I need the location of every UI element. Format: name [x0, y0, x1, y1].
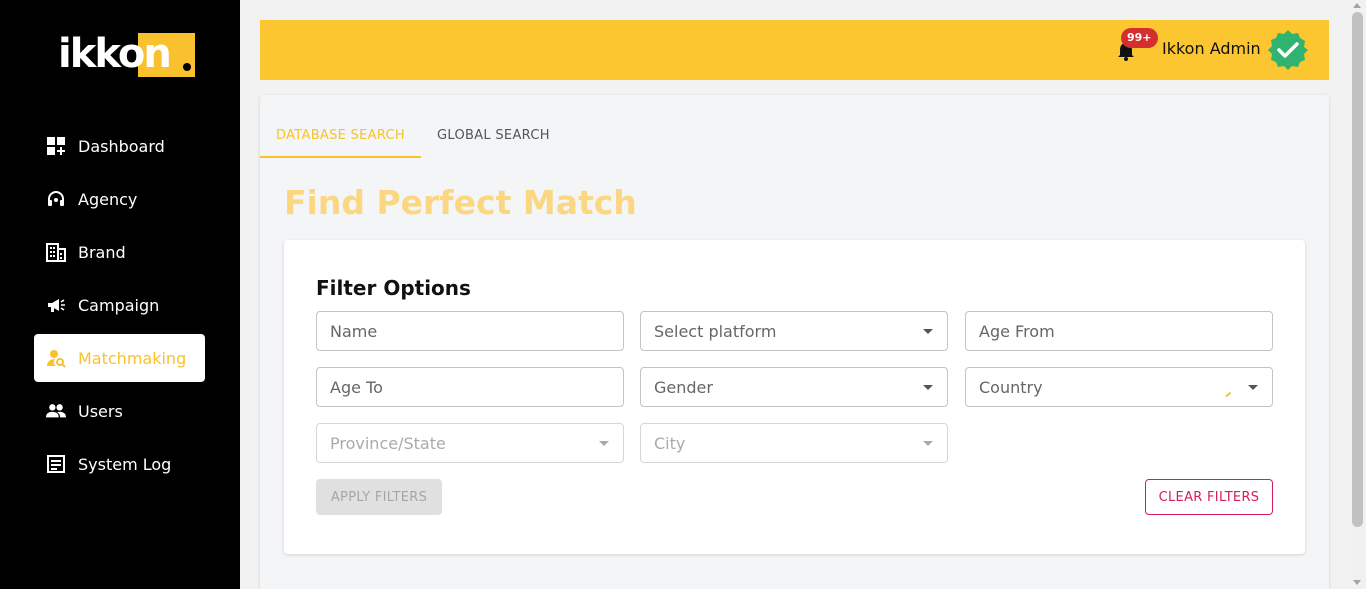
sidebar-item-label: Agency: [78, 189, 138, 209]
sidebar-item-label: Matchmaking: [78, 348, 187, 368]
gender-select[interactable]: Gender: [640, 367, 948, 407]
building-icon: [46, 242, 66, 262]
scrollbar-thumb[interactable]: [1352, 12, 1363, 527]
headset-icon: [46, 189, 66, 209]
megaphone-icon: [46, 295, 66, 315]
gender-placeholder: Gender: [654, 377, 713, 397]
chevron-down-icon: [923, 385, 933, 390]
sidebar-item-label: Users: [78, 401, 123, 421]
logo[interactable]: ikkon: [58, 30, 195, 78]
sidebar-item-label: Dashboard: [78, 136, 165, 156]
name-placeholder: Name: [330, 321, 378, 341]
sidebar-item-label: Campaign: [78, 295, 160, 315]
apply-filters-button[interactable]: APPLY FILTERS: [316, 479, 442, 515]
users-icon: [46, 401, 66, 421]
sidebar-item-agency[interactable]: Agency: [34, 175, 205, 223]
verified-badge-icon[interactable]: [1267, 29, 1309, 71]
sidebar-item-brand[interactable]: Brand: [34, 228, 205, 276]
country-select[interactable]: Country: [965, 367, 1273, 407]
age-to-placeholder: Age To: [330, 377, 383, 397]
topbar: 99+ Ikkon Admin: [260, 20, 1329, 80]
sidebar-item-users[interactable]: Users: [34, 387, 205, 435]
scroll-up-icon[interactable]: [1353, 3, 1361, 8]
sidebar-item-campaign[interactable]: Campaign: [34, 281, 205, 329]
scroll-down-icon[interactable]: [1353, 580, 1361, 585]
province-select[interactable]: Province/State: [316, 423, 624, 463]
city-select[interactable]: City: [640, 423, 948, 463]
sidebar-item-system-log[interactable]: System Log: [34, 440, 205, 488]
sidebar-item-dashboard[interactable]: Dashboard: [34, 122, 205, 170]
platform-placeholder: Select platform: [654, 321, 777, 341]
city-placeholder: City: [654, 433, 686, 453]
filter-card: Filter Options Name Select platform Age …: [284, 240, 1305, 554]
filter-title: Filter Options: [316, 276, 471, 300]
notification-badge: 99+: [1121, 28, 1158, 48]
name-input[interactable]: Name: [316, 311, 624, 351]
logo-dot: [183, 63, 191, 71]
tab-global-search[interactable]: GLOBAL SEARCH: [421, 113, 566, 158]
sidebar-item-label: Brand: [78, 242, 126, 262]
main-panel: DATABASE SEARCH GLOBAL SEARCH Find Perfe…: [260, 95, 1329, 589]
sidebar: ikkon Dashboard Agency Brand Campaign Ma…: [0, 0, 240, 589]
sidebar-item-matchmaking[interactable]: Matchmaking: [34, 334, 205, 382]
log-icon: [46, 454, 66, 474]
province-placeholder: Province/State: [330, 433, 446, 453]
clear-filters-button[interactable]: CLEAR FILTERS: [1145, 479, 1273, 515]
chevron-down-icon: [1248, 385, 1258, 390]
person-search-icon: [46, 348, 66, 368]
loading-icon: [1222, 388, 1232, 398]
tab-database-search[interactable]: DATABASE SEARCH: [260, 113, 421, 158]
sidebar-item-label: System Log: [78, 454, 172, 474]
page-title: Find Perfect Match: [284, 183, 637, 222]
search-tabs: DATABASE SEARCH GLOBAL SEARCH: [260, 113, 566, 158]
logo-text: ikkon: [58, 31, 172, 77]
chevron-down-icon: [923, 441, 933, 446]
age-from-input[interactable]: Age From: [965, 311, 1273, 351]
chevron-down-icon: [923, 329, 933, 334]
age-from-placeholder: Age From: [979, 321, 1055, 341]
user-name[interactable]: Ikkon Admin: [1162, 39, 1261, 58]
dashboard-icon: [46, 136, 66, 156]
chevron-down-icon: [599, 441, 609, 446]
country-placeholder: Country: [979, 377, 1043, 397]
age-to-input[interactable]: Age To: [316, 367, 624, 407]
sidebar-nav: Dashboard Agency Brand Campaign Matchmak…: [34, 122, 205, 493]
platform-select[interactable]: Select platform: [640, 311, 948, 351]
